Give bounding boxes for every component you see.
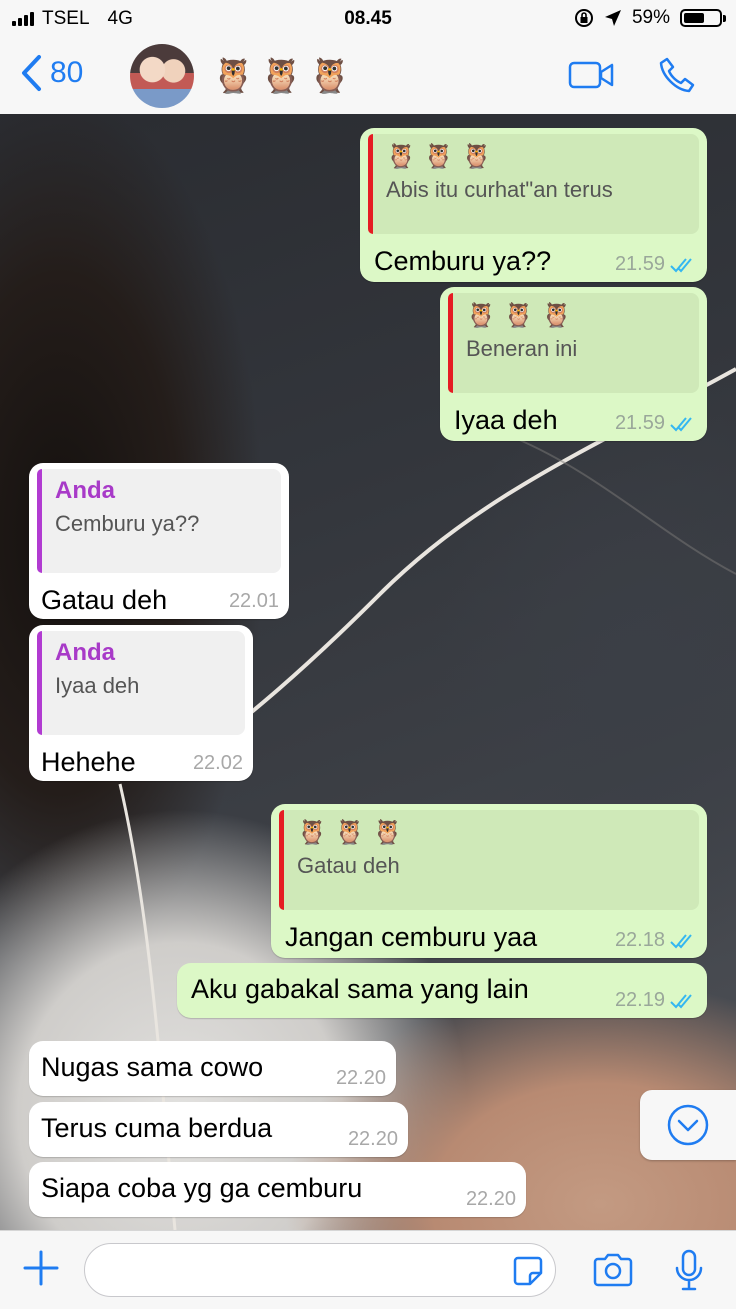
chat-area[interactable]: 🦉🦉🦉 Abis itu curhat"an terus Cemburu ya?… — [0, 114, 736, 1230]
unread-count: 80 — [50, 56, 84, 89]
message-time: 21.59 — [614, 412, 665, 434]
message-time: 22.02 — [192, 752, 243, 774]
back-chevron-icon — [22, 55, 41, 91]
message-meta: 21.59 — [615, 412, 697, 435]
message-time: 22.20 — [465, 1188, 516, 1210]
back-button[interactable]: 80 — [20, 54, 83, 92]
message-bubble-outgoing[interactable]: 🦉🦉🦉 Abis itu curhat"an terus Cemburu ya?… — [360, 128, 707, 282]
read-double-tick-icon — [670, 257, 692, 272]
battery-fill — [684, 13, 704, 23]
message-bubble-outgoing[interactable]: Aku gabakal sama yang lain 22.19 — [177, 963, 707, 1018]
message-meta: 22.18 — [615, 929, 697, 952]
status-bar: TSEL 4G 08.45 59% — [0, 0, 736, 36]
message-bubble-outgoing[interactable]: 🦉🦉🦉 Beneran ini Iyaa deh 21.59 — [440, 287, 707, 441]
message-bubble-incoming[interactable]: Nugas sama cowo 22.20 — [29, 1041, 396, 1096]
quoted-reply[interactable]: Anda Iyaa deh — [37, 631, 245, 735]
message-input[interactable] — [84, 1243, 556, 1297]
plus-icon[interactable] — [22, 1249, 60, 1287]
message-meta: 22.02 — [193, 752, 243, 775]
quote-text: Cemburu ya?? — [55, 511, 200, 536]
message-time: 22.19 — [614, 989, 665, 1011]
contact-name[interactable]: 🦉🦉🦉 — [212, 56, 357, 96]
quote-author: 🦉🦉🦉 — [297, 819, 411, 846]
message-meta: 22.19 — [615, 989, 697, 1012]
location-arrow-icon — [604, 10, 621, 26]
message-text: Terus cuma berdua — [41, 1113, 273, 1143]
message-bubble-incoming[interactable]: Anda Iyaa deh Hehehe 22.02 — [29, 625, 253, 781]
message-time: 22.20 — [347, 1128, 398, 1150]
quoted-reply[interactable]: 🦉🦉🦉 Abis itu curhat"an terus — [368, 134, 699, 234]
read-double-tick-icon — [670, 933, 692, 948]
message-bubble-incoming[interactable]: Anda Cemburu ya?? Gatau deh 22.01 — [29, 463, 289, 619]
quote-author: 🦉🦉🦉 — [466, 302, 580, 329]
message-time: 21.59 — [614, 253, 665, 275]
read-double-tick-icon — [670, 993, 692, 1008]
contact-avatar[interactable] — [130, 44, 194, 108]
message-time: 22.18 — [614, 929, 665, 951]
message-bubble-incoming[interactable]: Terus cuma berdua 22.20 — [29, 1102, 408, 1157]
message-meta: 22.01 — [229, 590, 279, 613]
quote-text: Iyaa deh — [55, 673, 140, 698]
microphone-icon[interactable] — [674, 1249, 704, 1291]
message-input-bar — [0, 1230, 736, 1309]
battery-percent: 59% — [631, 7, 670, 28]
orientation-lock-icon — [574, 9, 593, 27]
message-time: 22.20 — [335, 1067, 386, 1089]
message-meta: 21.59 — [615, 253, 697, 276]
quote-text: Beneran ini — [466, 336, 578, 361]
chat-header: 80 🦉🦉🦉 — [0, 36, 736, 115]
quoted-reply[interactable]: 🦉🦉🦉 Gatau deh — [279, 810, 699, 910]
message-bubble-outgoing[interactable]: 🦉🦉🦉 Gatau deh Jangan cemburu yaa 22.18 — [271, 804, 707, 958]
phone-icon[interactable] — [658, 56, 696, 94]
status-right: 59% — [574, 7, 726, 29]
quote-text: Abis itu curhat"an terus — [386, 177, 613, 202]
message-text: Siapa coba yg ga cemburu — [41, 1173, 363, 1203]
camera-icon[interactable] — [592, 1253, 634, 1287]
message-meta: 22.20 — [466, 1188, 516, 1211]
read-double-tick-icon — [670, 416, 692, 431]
message-time: 22.01 — [228, 590, 279, 612]
quote-author: 🦉🦉🦉 — [386, 143, 500, 170]
quote-text: Gatau deh — [297, 853, 400, 878]
message-meta: 22.20 — [348, 1128, 398, 1151]
quoted-reply[interactable]: Anda Cemburu ya?? — [37, 469, 281, 573]
chevron-down-icon — [667, 1104, 709, 1146]
scroll-to-bottom-button[interactable] — [640, 1090, 736, 1160]
quote-author: Anda — [55, 639, 115, 666]
message-meta: 22.20 — [336, 1067, 386, 1090]
sticker-icon[interactable] — [512, 1255, 544, 1287]
quote-author: Anda — [55, 477, 115, 504]
battery-icon — [680, 9, 726, 27]
message-bubble-incoming[interactable]: Siapa coba yg ga cemburu 22.20 — [29, 1162, 526, 1217]
video-call-icon[interactable] — [568, 60, 614, 90]
quoted-reply[interactable]: 🦉🦉🦉 Beneran ini — [448, 293, 699, 393]
header-actions — [568, 56, 696, 94]
